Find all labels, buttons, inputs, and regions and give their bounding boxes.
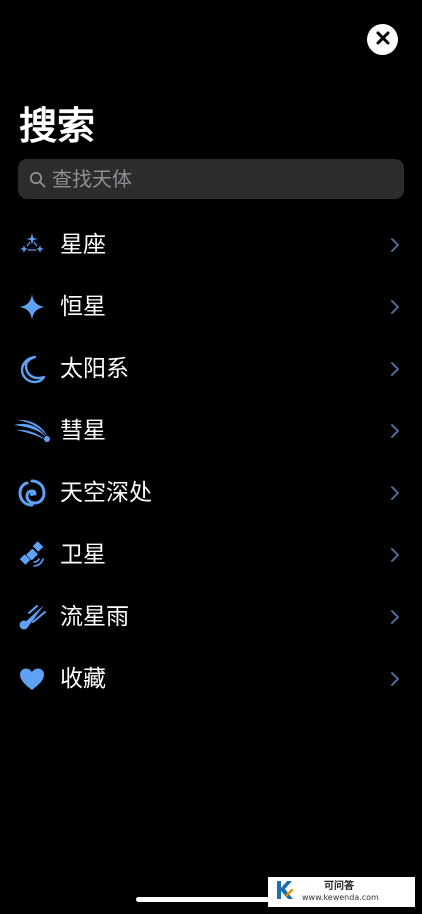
item-label: 卫星 xyxy=(60,542,106,568)
heart-icon xyxy=(14,661,50,697)
chevron-right-icon xyxy=(388,235,402,255)
list-item-meteor-showers[interactable]: 流星雨 xyxy=(0,586,422,648)
list-item-deep-sky[interactable]: 天空深处 xyxy=(0,462,422,524)
star-sparkle-icon xyxy=(14,289,50,325)
item-label: 天空深处 xyxy=(60,480,152,506)
constellation-icon xyxy=(14,227,50,263)
list-item-stars[interactable]: 恒星 xyxy=(0,276,422,338)
watermark-url: www.kewenda.com xyxy=(302,893,379,902)
item-label: 流星雨 xyxy=(60,604,129,630)
item-label: 收藏 xyxy=(60,666,106,692)
search-bar[interactable] xyxy=(18,159,404,199)
watermark-logo-icon xyxy=(274,879,296,905)
watermark: 可问答 www.kewenda.com xyxy=(268,877,415,907)
item-label: 太阳系 xyxy=(60,356,129,382)
crescent-moon-icon xyxy=(14,351,50,387)
home-indicator[interactable] xyxy=(136,897,286,902)
list-item-solar-system[interactable]: 太阳系 xyxy=(0,338,422,400)
chevron-right-icon xyxy=(388,359,402,379)
category-list: 星座 恒星 太阳系 彗星 天空深处 卫星 流星雨 收藏 xyxy=(0,214,422,710)
close-icon xyxy=(376,30,390,49)
item-label: 彗星 xyxy=(60,418,106,444)
list-item-satellites[interactable]: 卫星 xyxy=(0,524,422,586)
watermark-title: 可问答 xyxy=(324,881,354,892)
search-icon xyxy=(28,170,46,188)
close-button[interactable] xyxy=(367,24,398,55)
chevron-right-icon xyxy=(388,421,402,441)
meteor-icon xyxy=(14,599,50,635)
comet-icon xyxy=(14,413,50,449)
list-item-constellations[interactable]: 星座 xyxy=(0,214,422,276)
item-label: 星座 xyxy=(60,232,106,258)
page-title: 搜索 xyxy=(19,104,96,148)
search-input[interactable] xyxy=(52,159,404,199)
list-item-favorites[interactable]: 收藏 xyxy=(0,648,422,710)
galaxy-icon xyxy=(14,475,50,511)
chevron-right-icon xyxy=(388,669,402,689)
chevron-right-icon xyxy=(388,545,402,565)
chevron-right-icon xyxy=(388,483,402,503)
chevron-right-icon xyxy=(388,297,402,317)
satellite-icon xyxy=(14,537,50,573)
list-item-comets[interactable]: 彗星 xyxy=(0,400,422,462)
chevron-right-icon xyxy=(388,607,402,627)
item-label: 恒星 xyxy=(60,294,106,320)
